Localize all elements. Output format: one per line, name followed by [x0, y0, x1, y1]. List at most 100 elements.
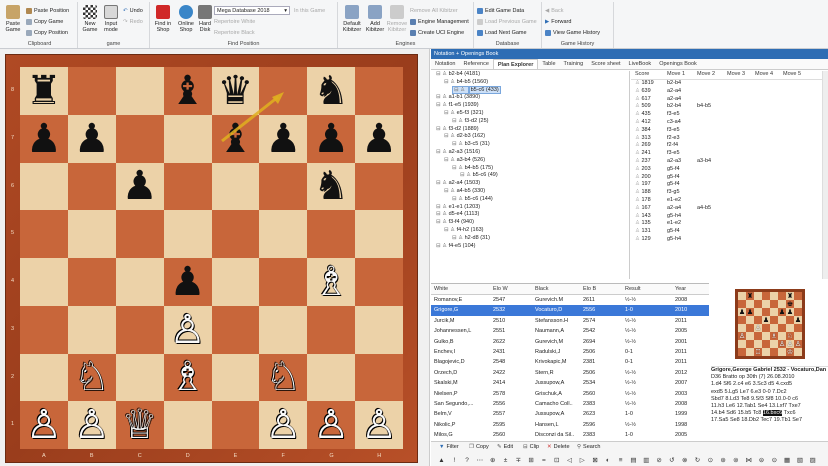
square-a6[interactable] [20, 162, 68, 211]
square-a8[interactable]: ♜ [20, 67, 68, 115]
tree-expand-icon[interactable]: ⊟ ♙ [444, 79, 457, 85]
moves-row[interactable]: ♙ 203 g5-f4 [631, 166, 828, 174]
add-kibitzer-button[interactable]: Add Kibitzer [364, 5, 386, 33]
moves-scrollbar[interactable] [822, 71, 828, 279]
moves-row[interactable]: ♙ 412 c3-a4 [631, 119, 828, 127]
tree-expand-icon[interactable]: ⊟ ♙ [444, 110, 457, 116]
moves-col-header[interactable]: Move 2 [697, 71, 727, 79]
tree-node[interactable]: ⊟ ♙ b5-c6 (144) [432, 196, 629, 204]
circle-equal-icon[interactable]: ⊜ [757, 456, 766, 465]
square-d6[interactable] [163, 162, 212, 211]
up-arrow-icon[interactable]: ▲ [437, 456, 446, 465]
square-h6[interactable] [355, 162, 403, 211]
moves-row[interactable]: ♙ 197 g5-f4 [631, 181, 828, 189]
left-triangle-icon[interactable]: ◁ [565, 456, 574, 465]
star-circle-icon[interactable]: ⊛ [719, 456, 728, 465]
tree-expand-icon[interactable]: ⊟ ♙ [444, 157, 457, 163]
plan-explorer-tree[interactable]: ⊟ ♙ b2-b4 (4181) ⊟ ♙ b4-b5 (1560) ⊟ ♙ b5-c… [432, 71, 630, 279]
square-a3[interactable] [20, 305, 68, 354]
games-col-header[interactable]: Elo W [493, 284, 535, 294]
columns-icon[interactable]: ▥ [642, 456, 651, 465]
moves-row[interactable]: ♙ 167 a2-a4 a4-b5 [631, 205, 828, 213]
edit-button[interactable]: ✎ Edit [497, 444, 513, 450]
moves-row[interactable]: ♙ 241 f3-e5 [631, 150, 828, 158]
white-knight-piece[interactable]: ♘ [74, 357, 110, 397]
remove-kibitzer-button[interactable]: Remove Kibitzer [386, 5, 408, 33]
tab-notation[interactable]: Notation [431, 59, 460, 69]
moves-row[interactable]: ♙ 237 a2-a3 a3-b4 [631, 158, 828, 166]
tree-node[interactable]: ⊟ ♙ f4-e5 (104) [432, 243, 629, 251]
tree-node[interactable]: ⊟ ♙ a3-b4 (526) [432, 157, 629, 165]
games-row[interactable]: Romanov,E 2547 Gurevich.M 2611 ½-½ 2008 [431, 295, 709, 305]
input-mode-button[interactable]: Input mode [102, 5, 120, 33]
tree-expand-icon[interactable]: ⊟ ♙ [436, 149, 449, 155]
games-row[interactable]: Blagojevic,D 2548 Krivokapic,M 2381 0-1 2011 [431, 357, 709, 367]
ring-icon[interactable]: ⊚ [731, 456, 740, 465]
black-pawn-piece[interactable]: ♟ [26, 119, 62, 159]
tree-node[interactable]: ⊟ ♙ d5-e4 (1113) [432, 211, 629, 219]
moves-col-header[interactable]: Move 5 [783, 71, 811, 79]
plus-circle-icon[interactable]: ⊕ [488, 456, 497, 465]
black-queen-piece[interactable]: ♛ [218, 71, 254, 111]
square-a2[interactable] [20, 353, 68, 402]
black-rook-piece[interactable]: ♜ [26, 71, 62, 111]
moves-row[interactable]: ♙ 313 f2-e3 [631, 135, 828, 143]
square-b7[interactable]: ♟ [67, 114, 116, 163]
paste-position-button[interactable]: Paste Position [26, 8, 69, 14]
tree-expand-icon[interactable]: ⊟ ♙ [436, 204, 449, 210]
square-f4[interactable] [259, 258, 308, 306]
tab-openings-book[interactable]: Openings Book [655, 59, 701, 69]
white-pawn-piece[interactable]: ♙ [74, 405, 110, 445]
search-button[interactable]: ⚲ Search [577, 444, 600, 450]
square-c1[interactable]: ♕ [115, 401, 164, 449]
tab-plan-explorer[interactable]: Plan Explorer [492, 59, 539, 69]
moves-row[interactable]: ♙ 135 e1-e2 [631, 220, 828, 228]
square-b6[interactable] [67, 162, 116, 211]
tree-expand-icon[interactable]: ⊟ ♙ [452, 85, 469, 94]
tree-expand-icon[interactable]: ⊟ ♙ [436, 94, 449, 100]
copy-button[interactable]: ❐ Copy [469, 444, 489, 450]
moves-row[interactable]: ♙ 435 f3-e5 [631, 111, 828, 119]
square-h5[interactable] [355, 210, 403, 258]
square-h2[interactable] [355, 353, 403, 402]
square-e7[interactable]: ♝ [211, 114, 260, 163]
games-col-header[interactable]: Result [625, 284, 675, 294]
tree-node[interactable]: ⊟ ♙ d2-b3 (162) [432, 133, 629, 141]
online-shop-button[interactable]: Online Shop [176, 5, 196, 33]
notation-line[interactable]: 11.h3 Le6 12.Tab1 Se4 13.Lxf7 Txe7 [711, 403, 828, 410]
notation-line[interactable]: exd5 5.Lg5 Le7 6.e3 0-0 7.Dc2 [711, 389, 828, 396]
games-col-header[interactable]: Year [675, 284, 703, 294]
square-g2[interactable] [307, 353, 356, 402]
tree-expand-icon[interactable]: ⊟ ♙ [452, 165, 465, 171]
grid-icon[interactable]: ⊞ [527, 456, 536, 465]
games-row[interactable]: Nikolic,P 2595 Hansen,L 2596 ½-½ 1998 [431, 420, 709, 430]
square-e2[interactable] [211, 353, 260, 402]
bowtie-icon[interactable]: ⋈ [744, 456, 753, 465]
black-pawn-piece[interactable]: ♟ [122, 166, 158, 206]
tree-node[interactable]: ⊟ ♙ e5-f3 (321) [432, 110, 629, 118]
tree-node[interactable]: ⊟ ♙ a2-a4 (1503) [432, 180, 629, 188]
repertoire-white-button[interactable]: Repertoire White [214, 19, 255, 25]
circle-minus-icon[interactable]: ⊝ [770, 456, 779, 465]
games-col-header[interactable]: Elo B [583, 284, 625, 294]
tree-expand-icon[interactable]: ⊟ ♙ [452, 235, 465, 241]
tree-expand-icon[interactable]: ⊟ ♙ [436, 71, 449, 77]
square-h4[interactable] [355, 258, 403, 306]
square-g8[interactable]: ♞ [307, 67, 356, 115]
undo-button[interactable]: ↶ Undo [123, 8, 143, 14]
black-pawn-piece[interactable]: ♟ [313, 119, 349, 159]
tree-expand-icon[interactable]: ⊟ ♙ [436, 219, 449, 225]
chessboard[interactable]: ♜ ♝ ♛ ♞ ♟ ♟ ♝ ♟ ♟ ♟ ♟ ♞ ♟ ♗ ♙ ♘ ♗ ♘ ♙ ♙ ♕ ♙ ♙ ♙ [20, 67, 403, 449]
square-a4[interactable] [20, 258, 68, 306]
square-h7[interactable]: ♟ [355, 114, 403, 163]
tree-expand-icon[interactable]: ⊟ ♙ [436, 211, 449, 217]
white-pawn-piece[interactable]: ♙ [26, 405, 62, 445]
moves-row[interactable]: ♙ 1819 b2-b4 [631, 80, 828, 88]
square-c4[interactable] [115, 258, 164, 306]
games-row[interactable]: Grigore,G 2532 Vocaturo,D 2556 1-0 2010 [431, 305, 709, 316]
forward-button[interactable]: ▶ Forward [545, 19, 571, 25]
moves-row[interactable]: ♙ 617 a2-a4 [631, 96, 828, 104]
square-e3[interactable] [211, 305, 260, 354]
white-pawn-piece[interactable]: ♙ [170, 310, 206, 350]
square-c7[interactable] [115, 114, 164, 163]
